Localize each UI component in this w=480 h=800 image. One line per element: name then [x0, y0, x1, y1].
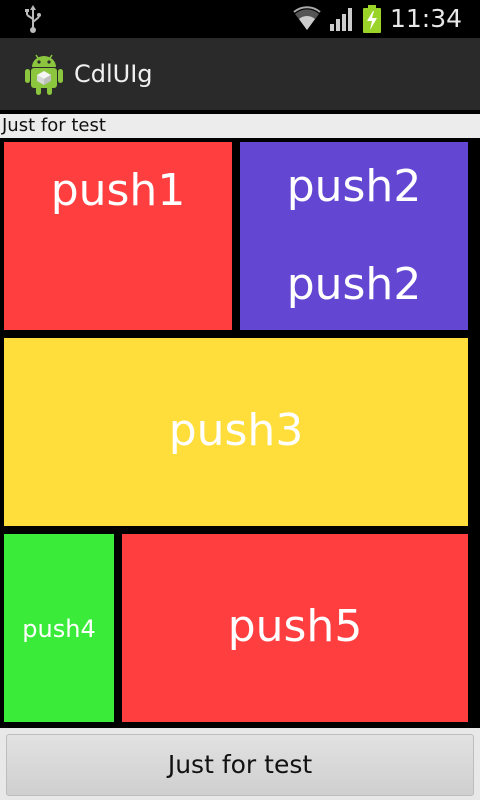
push5-label: push5 [227, 601, 363, 652]
push2-label-bottom: push2 [286, 259, 422, 310]
push2-button[interactable]: push2 push2 [240, 142, 468, 330]
push5-button[interactable]: push5 [122, 534, 468, 722]
push1-button[interactable]: push1 [4, 142, 232, 330]
button-grid: push1 push2 push2 push3 push4 push5 [0, 138, 480, 728]
battery-charging-icon [363, 5, 381, 33]
status-bar: 11:34 [0, 0, 480, 38]
push3-button[interactable]: push3 [4, 338, 468, 526]
clock: 11:34 [390, 4, 463, 33]
push3-label: push3 [168, 405, 304, 456]
just-for-test-button[interactable]: Just for test [6, 734, 474, 796]
test-label: Just for test [0, 114, 480, 138]
action-bar: CdlUIg [0, 38, 480, 110]
android-icon [25, 54, 63, 95]
signal-icon [330, 8, 352, 31]
app-title: CdlUIg [74, 60, 153, 88]
push4-label: push4 [22, 615, 96, 643]
push1-label: push1 [50, 165, 186, 216]
usb-icon [25, 5, 41, 33]
push2-label-top: push2 [286, 161, 422, 212]
wifi-icon [293, 6, 321, 30]
bottom-bar: Just for test [0, 728, 480, 800]
push4-button[interactable]: push4 [4, 534, 114, 722]
